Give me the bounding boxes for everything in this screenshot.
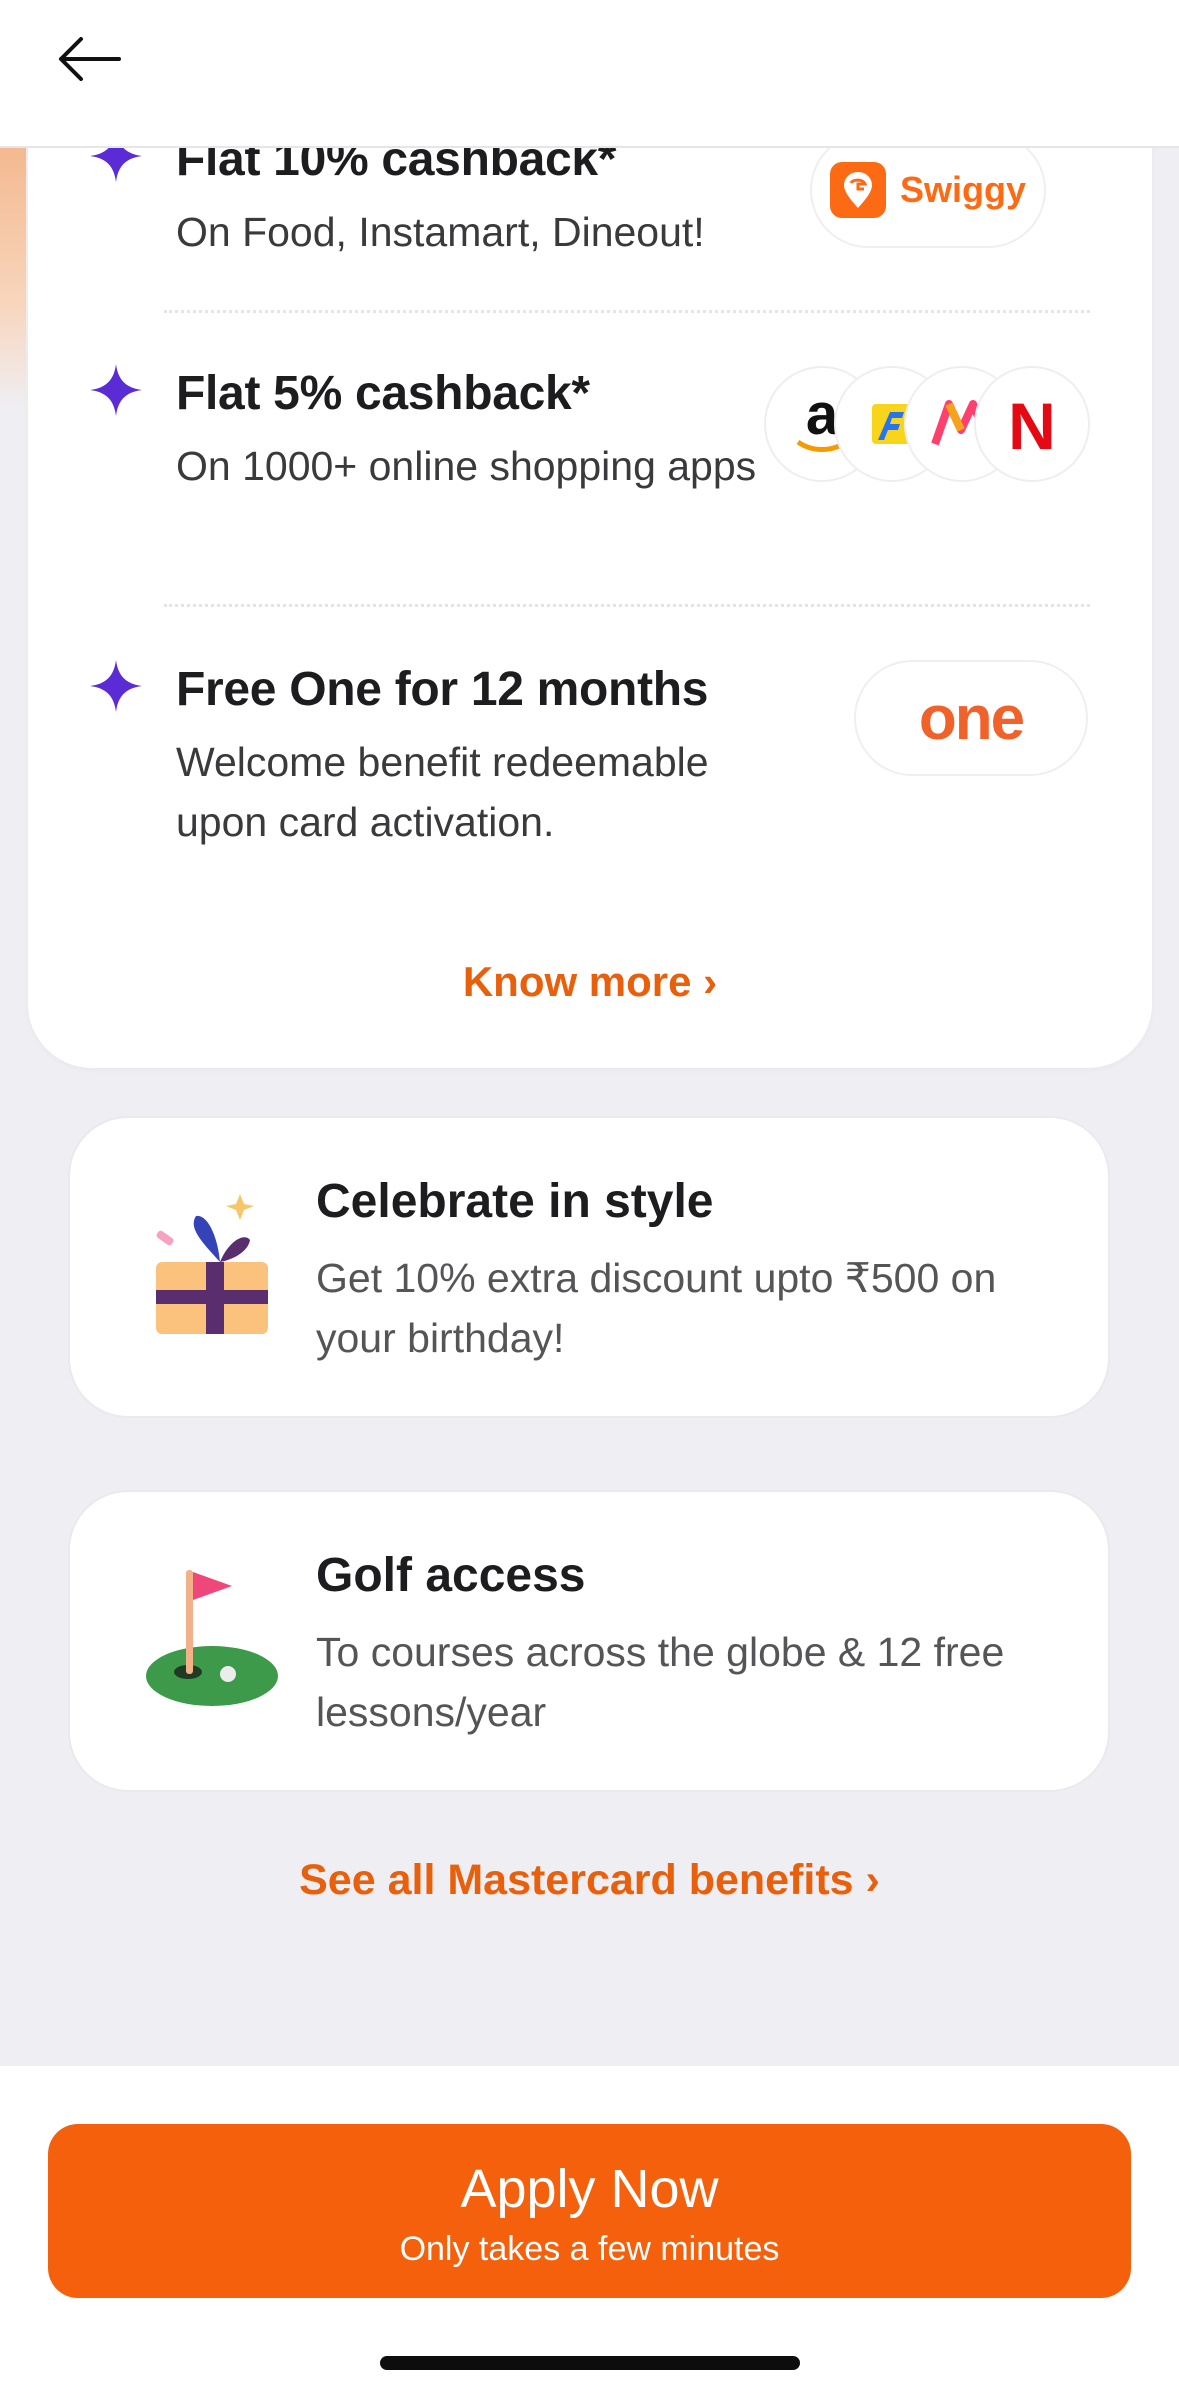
back-button[interactable]: [50, 26, 130, 92]
decorative-strip: [0, 148, 26, 408]
apply-title: Apply Now: [460, 2159, 719, 2219]
swiggy-logo-icon: [829, 162, 886, 218]
benefit-subtitle: On Food, Instamart, Dineout!: [176, 209, 705, 255]
apply-subtitle: Only takes a few minutes: [399, 2230, 780, 2268]
benefit-subtitle: Welcome benefit redeemable upon card act…: [176, 739, 709, 845]
sparkle-icon: [90, 660, 142, 712]
netflix-logo-icon: N: [974, 366, 1090, 482]
benefit-subtitle: On 1000+ online shopping apps: [176, 443, 757, 489]
sparkle-icon: [90, 364, 142, 416]
one-badge: one: [854, 660, 1088, 776]
feature-title: Golf access: [316, 1549, 586, 1602]
feature-title: Celebrate in style: [316, 1175, 714, 1228]
arrow-left-icon: [59, 37, 121, 81]
top-header: [0, 0, 1179, 148]
card-benefits-card: Flat 10% cashback* On Food, Instamart, D…: [28, 60, 1152, 1068]
home-indicator[interactable]: [380, 2356, 800, 2370]
bottom-action-bar: Apply Now Only takes a few minutes: [0, 2066, 1179, 2396]
benefit-title: Flat 5% cashback*: [176, 367, 590, 420]
feature-subtitle: To courses across the globe & 12 free le…: [316, 1629, 1005, 1735]
swiggy-badge: Swiggy: [810, 132, 1046, 248]
one-logo: one: [918, 683, 1025, 753]
gift-icon: [156, 1194, 268, 1334]
swiggy-label: Swiggy: [899, 169, 1027, 210]
see-all-benefits-link[interactable]: See all Mastercard benefits ›: [0, 1856, 1179, 1905]
celebrate-card[interactable]: Celebrate in style Get 10% extra discoun…: [68, 1116, 1110, 1418]
know-more-link[interactable]: Know more ›: [28, 958, 1152, 1006]
feature-subtitle: Get 10% extra discount upto ₹500 on your…: [316, 1255, 997, 1361]
netflix-glyph: N: [1008, 389, 1056, 459]
divider: [164, 604, 1090, 607]
benefit-title: Free One for 12 months: [176, 663, 709, 716]
golf-card[interactable]: Golf access To courses across the globe …: [68, 1490, 1110, 1792]
golf-flag-icon: [146, 1570, 278, 1706]
divider: [164, 310, 1090, 313]
page: Flat 10% cashback* On Food, Instamart, D…: [0, 0, 1179, 2396]
apply-now-button[interactable]: Apply Now Only takes a few minutes: [48, 2124, 1131, 2298]
